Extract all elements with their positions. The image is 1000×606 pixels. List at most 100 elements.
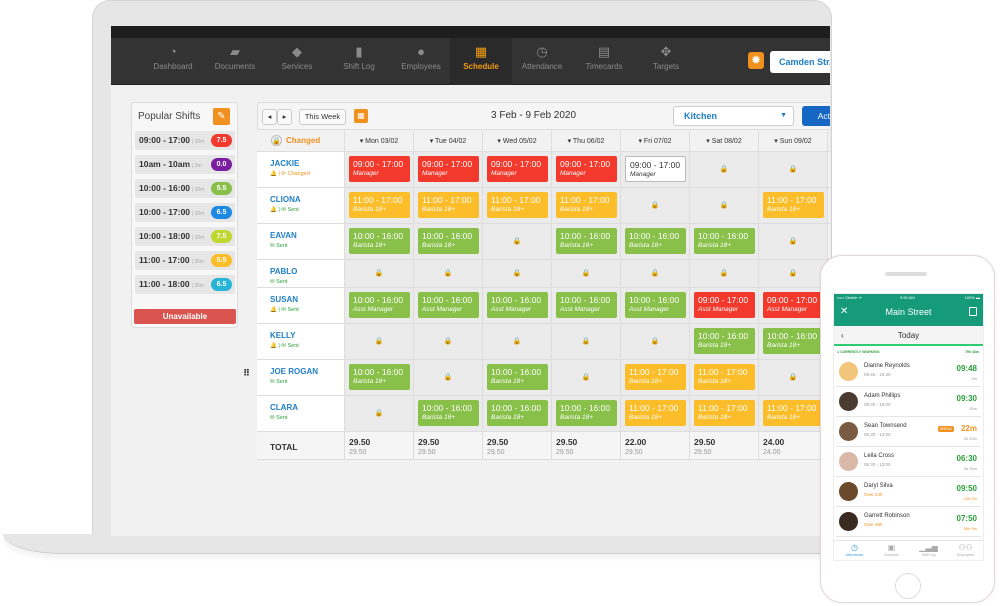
- lock-icon[interactable]: 🔒: [759, 165, 827, 173]
- popular-shift[interactable]: 11:00 - 18:00 | 30m 6.5: [135, 275, 235, 294]
- day-header[interactable]: ▾ Wed 05/02: [483, 137, 551, 145]
- shift-block[interactable]: 09:00 - 17:00 Manager: [418, 156, 479, 182]
- lock-icon[interactable]: 🔒: [759, 237, 827, 245]
- lock-icon[interactable]: 🔒: [552, 337, 620, 345]
- nav-item-schedule[interactable]: ▦ Schedule: [450, 38, 512, 85]
- phone-tab-shift-log[interactable]: ▁▃▅ Shift Log: [910, 543, 947, 557]
- shift-block[interactable]: 11:00 - 17:00 Barista 18+: [694, 400, 755, 426]
- shift-block[interactable]: 11:00 - 17:00 Barista 18+: [556, 192, 617, 218]
- employee-name[interactable]: JACKIE: [270, 159, 299, 168]
- nav-item-timecards[interactable]: ▤ Timecards: [573, 38, 635, 85]
- shift-block[interactable]: 10:00 - 16:00 Asst Manager: [487, 292, 548, 318]
- day-header[interactable]: ▾ Sat 08/02: [690, 137, 758, 145]
- shift-block[interactable]: 10:00 - 16:00 Barista 18+: [349, 228, 410, 254]
- home-button[interactable]: [895, 573, 921, 599]
- popular-shift[interactable]: 10:00 - 17:00 | 30m 6.5: [135, 203, 235, 222]
- attendance-item[interactable]: Daryl Silva Over 24h 09:50 24h 0m: [836, 477, 981, 507]
- popular-shift[interactable]: 10am - 10am | 0m 0.0: [135, 155, 235, 174]
- shift-block[interactable]: 10:00 - 16:00 Asst Manager: [625, 292, 686, 318]
- popular-shift[interactable]: 10:00 - 18:00 | 30m 7.5: [135, 227, 235, 246]
- lock-icon[interactable]: 🔒: [345, 409, 413, 417]
- lock-icon[interactable]: 🔒: [271, 135, 282, 146]
- shift-block[interactable]: 09:00 - 17:00 Manager: [556, 156, 617, 182]
- lock-icon[interactable]: 🔒: [759, 373, 827, 381]
- location-select[interactable]: Camden Str...▼: [770, 51, 830, 73]
- shift-block[interactable]: 10:00 - 16:00 Barista 18+: [694, 328, 755, 354]
- next-week-button[interactable]: ▸: [277, 109, 292, 125]
- nav-item-services[interactable]: ◆ Services: [266, 38, 328, 85]
- shift-block[interactable]: 11:00 - 17:00 Barista 18+: [625, 400, 686, 426]
- shift-block[interactable]: 10:00 - 16:00 Barista 18+: [487, 400, 548, 426]
- shift-block[interactable]: 09:00 - 17:00 Asst Manager: [763, 292, 824, 318]
- attendance-item[interactable]: Adam Phillips 09:30 - 16:00 09:30 20m: [836, 387, 981, 417]
- calendar-picker-button[interactable]: ▦: [354, 109, 368, 123]
- employee-name[interactable]: CLARA: [270, 403, 298, 412]
- lock-icon[interactable]: 🔒: [345, 337, 413, 345]
- shift-block[interactable]: 10:00 - 16:00 Asst Manager: [418, 292, 479, 318]
- day-header[interactable]: ▾ Mon 03/02: [345, 137, 413, 145]
- shift-block[interactable]: 11:00 - 17:00 Barista 18+: [625, 364, 686, 390]
- shift-block[interactable]: 10:00 - 16:00 Barista 18+: [418, 400, 479, 426]
- lock-icon[interactable]: 🔒: [552, 373, 620, 381]
- attendance-item[interactable]: Leila Cross 06:30 - 13:00 06:30 3h 20m: [836, 447, 981, 477]
- lock-icon[interactable]: 🔒: [621, 269, 689, 277]
- shift-block[interactable]: 11:00 - 17:00 Barista 18+: [349, 192, 410, 218]
- shift-block[interactable]: 11:00 - 17:00 Barista 18+: [487, 192, 548, 218]
- lock-icon[interactable]: 🔒: [483, 237, 551, 245]
- nav-item-shift-log[interactable]: ▮ Shift Log: [328, 38, 390, 85]
- shift-block[interactable]: 10:00 - 16:00 Barista 18+: [349, 364, 410, 390]
- nav-item-employees[interactable]: ● Employees: [390, 38, 452, 85]
- this-week-button[interactable]: This Week: [299, 109, 346, 125]
- employee-name[interactable]: SUSAN: [270, 295, 298, 304]
- actions-button[interactable]: Actions ▾: [802, 106, 830, 126]
- nav-item-targets[interactable]: ✥ Targets: [635, 38, 697, 85]
- shift-block[interactable]: 10:00 - 16:00 Asst Manager: [556, 292, 617, 318]
- day-header[interactable]: ▾ Fri 07/02: [621, 137, 689, 145]
- lock-icon[interactable]: 🔒: [759, 269, 827, 277]
- lock-icon[interactable]: 🔒: [690, 201, 758, 209]
- nav-item-attendance[interactable]: ◷ Attendance: [511, 38, 573, 85]
- drag-handle-icon[interactable]: ⠿: [243, 368, 250, 379]
- popular-shift[interactable]: 10:00 - 16:00 | 30m 5.5: [135, 179, 235, 198]
- shift-block[interactable]: 11:00 - 17:00 Barista 18+: [763, 400, 824, 426]
- shift-block[interactable]: 10:00 - 16:00 Barista 18+: [487, 364, 548, 390]
- department-select[interactable]: Kitchen ▼: [673, 106, 794, 126]
- shift-block[interactable]: 10:00 - 16:00 Barista 18+: [418, 228, 479, 254]
- phone-tab-attendance[interactable]: ◷ Attendance: [836, 543, 873, 557]
- attendance-item[interactable]: Dianne Reynolds 09:45 - 16:30 09:48 2m: [836, 357, 981, 387]
- phone-tab-employees[interactable]: ⚇⚇ Employees: [947, 543, 983, 557]
- lock-icon[interactable]: 🔒: [690, 269, 758, 277]
- shift-block[interactable]: 09:00 - 17:00 Manager: [349, 156, 410, 182]
- shift-block[interactable]: 11:00 - 17:00 Barista 18+: [763, 192, 824, 218]
- lock-icon[interactable]: 🔒: [621, 201, 689, 209]
- nav-item-documents[interactable]: ▰ Documents: [204, 38, 266, 85]
- shift-block[interactable]: 11:00 - 17:00 Barista 18+: [694, 364, 755, 390]
- shift-block[interactable]: 09:00 - 17:00 Manager: [487, 156, 548, 182]
- shift-block[interactable]: 10:00 - 16:00 Barista 18+: [694, 228, 755, 254]
- lock-icon[interactable]: 🔒: [345, 269, 413, 277]
- shift-block[interactable]: 10:00 - 16:00 Barista 18+: [625, 228, 686, 254]
- prev-week-button[interactable]: ◂: [262, 109, 277, 125]
- lock-icon[interactable]: 🔒: [414, 373, 482, 381]
- chevron-left-icon[interactable]: ‹: [841, 326, 844, 346]
- unavailable-button[interactable]: Unavailable: [134, 309, 236, 324]
- lock-icon[interactable]: 🔒: [690, 165, 758, 173]
- shift-block[interactable]: 10:00 - 16:00 Barista 18+: [556, 228, 617, 254]
- lock-icon[interactable]: 🔒: [483, 269, 551, 277]
- attendance-item[interactable]: Garrett Robinson Over 48h 07:50 50h 0m: [836, 507, 981, 537]
- lock-icon[interactable]: 🔒: [483, 337, 551, 345]
- employee-name[interactable]: JOE ROGAN: [270, 367, 318, 376]
- shift-block[interactable]: 10:00 - 16:00 Barista 18+: [763, 328, 824, 354]
- employee-name[interactable]: PABLO: [270, 267, 297, 276]
- lock-icon[interactable]: 🔒: [414, 337, 482, 345]
- shift-block[interactable]: 10:00 - 16:00 Asst Manager: [349, 292, 410, 318]
- employee-name[interactable]: EAVAN: [270, 231, 297, 240]
- settings-button[interactable]: ✹: [748, 52, 764, 69]
- attendance-item[interactable]: Sean Townsend 06:30 - 14:00 BREAK 22m 3h 20m: [836, 417, 981, 447]
- lock-icon[interactable]: 🔒: [414, 269, 482, 277]
- employee-name[interactable]: KELLY: [270, 331, 296, 340]
- day-header[interactable]: ▾ Sun 09/02: [759, 137, 827, 145]
- day-header[interactable]: ▾ Thu 06/02: [552, 137, 620, 145]
- day-header[interactable]: ▾ Tue 04/02: [414, 137, 482, 145]
- shift-block[interactable]: 09:00 - 17:00 Manager: [625, 156, 686, 182]
